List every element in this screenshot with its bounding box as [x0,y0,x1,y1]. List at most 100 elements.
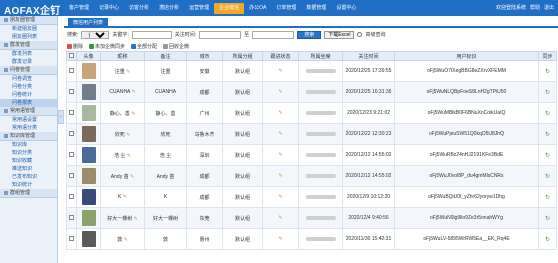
sidebar-link[interactable]: 问卷分类 [0,83,57,91]
tab-wechat-users[interactable]: 微信用户列表 [68,18,109,28]
sidebar-section-header[interactable]: 群组管理 [0,189,57,198]
row-checkbox[interactable] [69,172,74,178]
sync-icon[interactable]: ↻ [545,174,550,180]
sync-icon[interactable]: ↻ [545,195,550,201]
sync-icon[interactable]: ↻ [545,216,550,222]
edit-icon[interactable]: ✎ [129,174,134,180]
sync-icon[interactable]: ↻ [545,153,550,159]
select-all-checkbox[interactable] [69,52,74,58]
advanced-query-checkbox[interactable] [357,32,363,37]
sync-icon[interactable]: ↻ [545,132,550,138]
nav-item[interactable]: 订单管理 [271,3,301,14]
nickname-cell: 欣死 ✎ [100,123,145,145]
sidebar-section-header[interactable]: 问卷管理 [0,66,57,75]
sync-icon[interactable]: ↻ [545,111,550,117]
sidebar-link[interactable]: 知识库 [0,141,57,149]
nav-item[interactable]: 办公OA [244,3,271,14]
table-row: CUANHA ✎ CUANHA 成都 默认组 ✎ 2020/12/25 16:31:36 o… [66,81,557,103]
follow-status-cell: ✎ [262,144,299,166]
edit-icon[interactable]: ✎ [278,110,282,116]
export-excel-button[interactable]: 下载Excel [324,30,355,39]
nav-item[interactable]: 设置中心 [331,3,361,14]
action-button[interactable]: 回收企微 [163,43,189,50]
sync-icon[interactable]: ↻ [545,90,550,96]
edit-icon[interactable]: ✎ [130,89,136,95]
sidebar-section-header[interactable]: 群发管理 [0,41,57,50]
openid-cell: oFj5WuLV-5895WrRW5Ea__EK_Rq4E [394,228,539,250]
nickname-cell: 注重 ✎ [100,60,145,82]
nav-item[interactable]: 潜店分析 [154,3,184,14]
nav-item[interactable]: 记录中心 [94,3,124,14]
edit-icon[interactable]: ✎ [278,89,282,95]
edit-icon[interactable]: ✎ [125,132,130,138]
start-date-input[interactable] [199,30,242,39]
select-all-header[interactable] [66,51,77,61]
end-date-input[interactable] [252,30,295,39]
sidebar-link[interactable]: 推送知识 [0,165,57,173]
sidebar-link[interactable]: 问卷统计 [0,91,57,99]
sidebar-link[interactable]: 问卷调查 [0,75,57,83]
table-row: K ✎ K 成都 默认组 ✎ 2020/12/9 10:12:20 oFj5WuBQiU0t… [66,186,557,208]
agent-cell [298,60,343,82]
action-button[interactable]: 删除 [67,43,83,50]
row-checkbox[interactable] [69,235,74,241]
edit-icon[interactable]: ✎ [278,173,282,179]
agent-cell [298,81,343,103]
sidebar-section-header[interactable]: 知识库管理 [0,132,57,141]
nickname-cell: 静心、善 ✎ [100,102,145,124]
edit-icon[interactable]: ✎ [278,236,282,242]
nav-item[interactable]: 企业微信 [214,3,245,14]
nav-item[interactable]: 运营管理 [184,3,214,14]
row-checkbox[interactable] [69,130,74,136]
edit-icon[interactable]: ✎ [278,152,282,158]
nav-item[interactable]: 客户管理 [64,3,94,14]
sync-icon[interactable]: ↻ [545,237,550,243]
sidebar-link[interactable]: 知识分类 [0,149,57,157]
sidebar-link[interactable]: 常用语设置 [0,116,57,124]
logout-link[interactable]: 退出 [544,4,554,11]
sync-cell: ↻ [538,123,557,145]
search-button[interactable]: 搜索 [297,30,322,39]
sidebar-link[interactable]: 群发列表 [0,50,57,58]
avatar [81,210,96,226]
edit-icon[interactable]: ✎ [132,216,138,222]
sidebar-section-header[interactable]: 常用语管理 [0,107,57,116]
row-checkbox[interactable] [69,67,74,73]
sidebar-link[interactable]: 新建朋友圈 [0,25,57,33]
action-button[interactable]: 全部分配 [131,43,157,50]
search-field-select[interactable]: 请选择 [81,30,110,39]
column-header: 用户标识 [394,51,539,61]
sync-icon[interactable]: ↻ [545,69,550,75]
sidebar-section-title: 知识库管理 [10,132,36,139]
nav-item[interactable]: 访客分析 [124,3,154,14]
nickname: Andy 苗 [110,173,129,180]
remark-cell: CUANHA [144,81,187,103]
edit-icon[interactable]: ✎ [278,68,282,74]
row-checkbox[interactable] [69,88,74,94]
sidebar-link[interactable]: 知识收藏 [0,157,57,165]
nav-item[interactable]: 数据管理 [301,3,331,14]
sync-cell: ↻ [538,102,557,124]
edit-icon[interactable]: ✎ [278,194,282,200]
sidebar-section-title: 常用语管理 [10,107,36,114]
edit-icon[interactable]: ✎ [278,215,282,221]
sidebar: 朋友圈管理 新建朋友圈 朋友圈列表 群发管理 群发列表 群发记录 问卷管理 问卷调查 问卷分类问… [0,16,58,263]
row-checkbox[interactable] [69,109,74,115]
help-link[interactable]: 帮助 [530,4,540,11]
edit-icon[interactable]: ✎ [130,111,135,117]
sidebar-section-header[interactable]: 朋友圈管理 [0,16,57,25]
row-checkbox[interactable] [69,214,74,220]
edit-icon[interactable]: ✎ [125,153,131,159]
agent-cell [298,186,343,208]
avatar [81,105,96,121]
row-checkbox[interactable] [69,193,74,199]
action-button[interactable]: 未加企微同步 [89,43,125,50]
row-checkbox[interactable] [69,151,74,157]
edit-icon[interactable]: ✎ [278,131,282,137]
edit-icon[interactable]: ✎ [121,194,127,200]
edit-icon[interactable]: ✎ [125,69,130,75]
keyword-input[interactable] [131,30,172,39]
sidebar-link[interactable]: 已发布知识 [0,173,57,181]
openid-cell: oFj5WuMBlkB0F6BNuXnCoikUaIQ [394,102,539,124]
edit-icon[interactable]: ✎ [122,237,128,243]
